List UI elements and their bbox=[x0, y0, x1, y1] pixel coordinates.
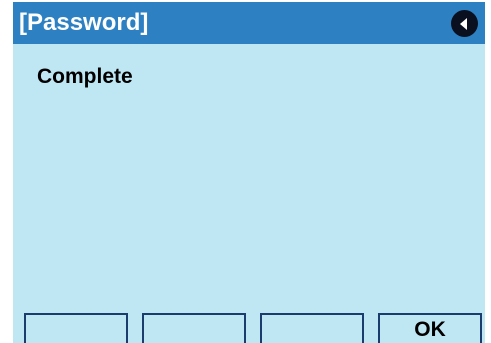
softkey-bar: OK bbox=[23, 313, 485, 343]
softkey-2[interactable] bbox=[142, 313, 246, 343]
back-button[interactable] bbox=[451, 10, 478, 37]
status-message: Complete bbox=[37, 65, 133, 88]
softkey-3[interactable] bbox=[260, 313, 364, 343]
title-bar: [Password] bbox=[13, 2, 485, 44]
screen-title: [Password] bbox=[19, 9, 149, 36]
phone-display: [Password] Complete OK bbox=[13, 2, 485, 343]
back-arrow-icon bbox=[460, 18, 467, 30]
softkey-1[interactable] bbox=[24, 313, 128, 343]
ok-softkey[interactable]: OK bbox=[378, 313, 482, 343]
